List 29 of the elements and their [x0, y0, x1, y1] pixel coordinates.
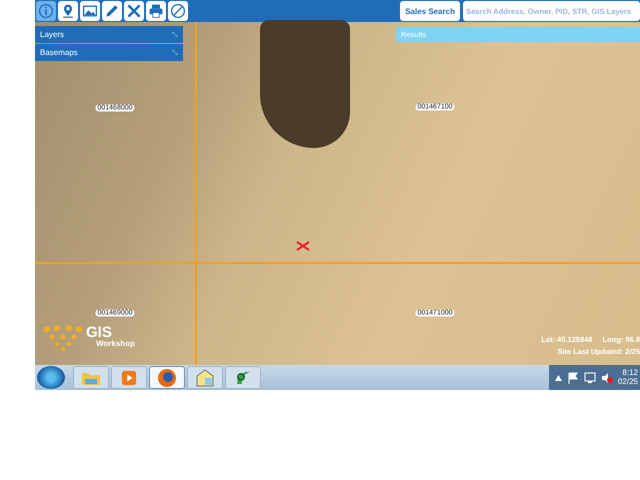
logo-title: GIS: [86, 325, 112, 340]
cross-tools-icon: [126, 3, 142, 19]
flag-icon[interactable]: [566, 372, 579, 384]
location-pin-icon: [60, 3, 76, 19]
printer-icon: [148, 3, 164, 19]
monitor-icon[interactable]: [584, 372, 596, 384]
play-icon: [121, 370, 137, 386]
start-button[interactable]: [37, 366, 65, 389]
pencil-icon: [104, 3, 120, 19]
logo-subtitle: Workshop: [96, 340, 135, 348]
info-icon: [38, 3, 54, 19]
browser-icon: [157, 368, 177, 388]
tool-button[interactable]: [80, 1, 100, 21]
prohibited-icon: [170, 3, 186, 19]
tool-button[interactable]: [124, 1, 144, 21]
tool-button[interactable]: [58, 1, 78, 21]
tool-button[interactable]: [168, 1, 188, 21]
clock[interactable]: 8:12 02/25: [618, 368, 638, 386]
taskbar-app[interactable]: [149, 366, 185, 389]
tool-button[interactable]: [146, 1, 166, 21]
show-hidden-icons-icon[interactable]: [554, 374, 562, 380]
picture-icon: [82, 3, 98, 19]
speaker-muted-icon[interactable]: [600, 372, 613, 384]
location-marker-icon: [296, 241, 310, 251]
logo-icon: [43, 325, 83, 351]
taskbar-app[interactable]: [187, 366, 223, 389]
sales-search-button[interactable]: Sales Search: [400, 1, 460, 21]
tool-button[interactable]: [102, 1, 122, 21]
taskbar-app[interactable]: [225, 366, 261, 389]
